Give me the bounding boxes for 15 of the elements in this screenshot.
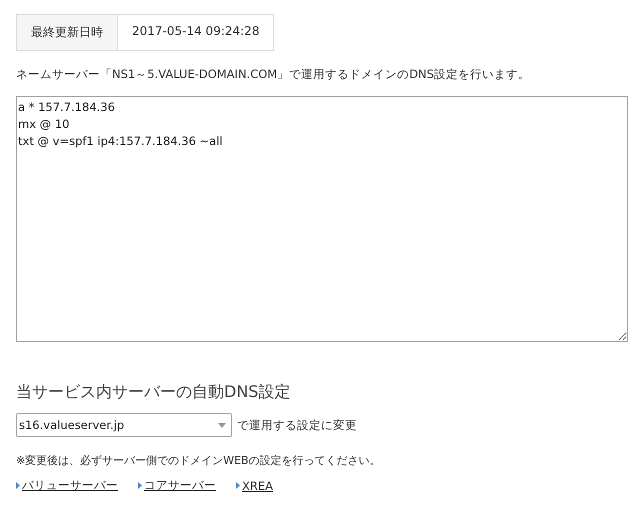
server-link[interactable]: コアサーバー (138, 478, 216, 493)
section-heading: 当サービス内サーバーの自動DNS設定 (16, 382, 292, 403)
triangle-icon (16, 482, 20, 489)
dropdown-suffix-text: で運用する設定に変更 (237, 418, 357, 432)
triangle-icon (236, 482, 240, 489)
server-link[interactable]: XREA (236, 478, 274, 493)
dropdown-caret-icon (218, 422, 226, 428)
triangle-icon (138, 482, 142, 489)
description-text: ネームサーバー「NS1～5.VALUE-DOMAIN.COM」で運用するドメインのDNS設定を行います。 (16, 67, 531, 82)
dns-records-field[interactable]: a * 157.7.184.36 mx @ 10 txt @ v=spf1 ip4:157.7.184.36 ~all (16, 96, 628, 342)
table-header-cell: 最終更新日時 (17, 15, 118, 50)
server-dropdown[interactable]: s16.valueserver.jp (16, 413, 232, 437)
note-text: ※変更後は、必ずサーバー側でのドメインWEBの設定を行ってください。 (16, 453, 382, 468)
server-link[interactable]: バリューサーバー (16, 478, 118, 493)
table-cell-text: 2017-05-14 09:24:28 (131, 23, 260, 40)
